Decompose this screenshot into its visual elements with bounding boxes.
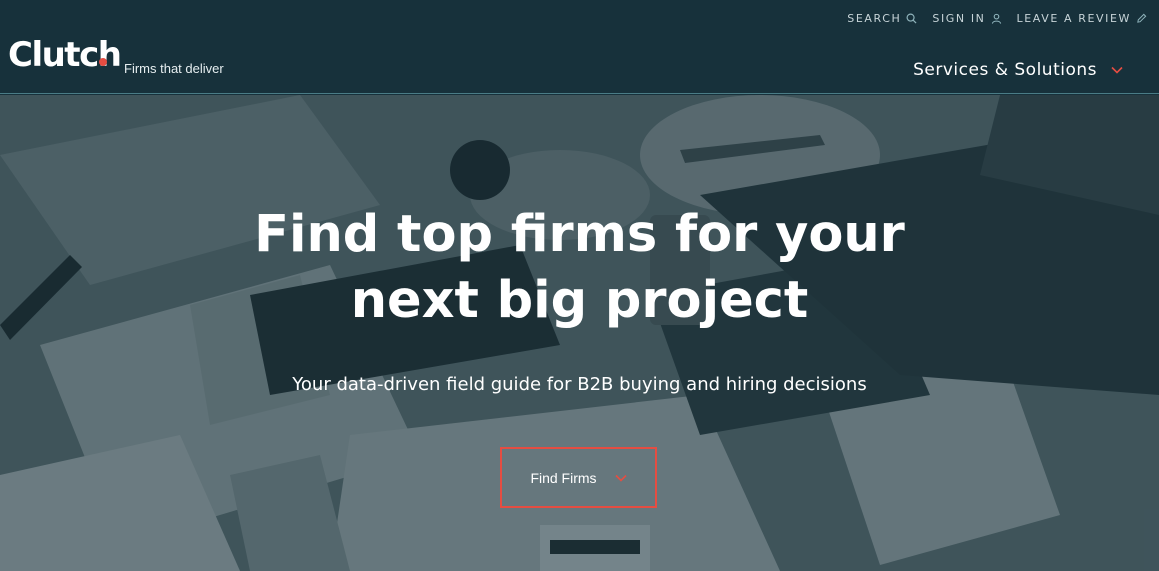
headline-line-2: next big project	[350, 271, 809, 330]
sign-in-label: SIGN IN	[932, 12, 986, 25]
tagline: Firms that deliver	[124, 61, 224, 76]
find-firms-button[interactable]: Find Firms	[500, 447, 657, 508]
search-icon	[906, 13, 917, 24]
clutch-logo[interactable]: Clutch	[8, 35, 122, 75]
search-link[interactable]: SEARCH	[847, 12, 917, 25]
hero-headline: Find top firms for your next big project	[0, 202, 1159, 334]
search-label: SEARCH	[847, 12, 902, 25]
services-label: Services & Solutions	[913, 60, 1097, 80]
chevron-down-icon	[614, 474, 627, 482]
logo-dot-icon	[99, 58, 107, 66]
hero-subheading: Your data-driven field guide for B2B buy…	[292, 374, 867, 395]
hero-section: Find top firms for your next big project…	[0, 95, 1159, 571]
chevron-down-icon	[1111, 66, 1123, 74]
pencil-icon	[1137, 13, 1147, 23]
find-firms-label: Find Firms	[530, 469, 597, 486]
leave-review-label: LEAVE A REVIEW	[1016, 12, 1131, 25]
site-header: SEARCH SIGN IN LEAVE A REVIEW Clutch Fir…	[0, 0, 1159, 94]
utility-nav: SEARCH SIGN IN LEAVE A REVIEW	[847, 12, 1147, 25]
services-solutions-menu[interactable]: Services & Solutions	[913, 60, 1123, 80]
logo-text: Clutch	[8, 35, 122, 75]
leave-review-link[interactable]: LEAVE A REVIEW	[1017, 12, 1147, 25]
headline-line-1: Find top firms for your	[254, 205, 905, 264]
sign-in-link[interactable]: SIGN IN	[932, 12, 1001, 25]
user-icon	[991, 13, 1001, 24]
